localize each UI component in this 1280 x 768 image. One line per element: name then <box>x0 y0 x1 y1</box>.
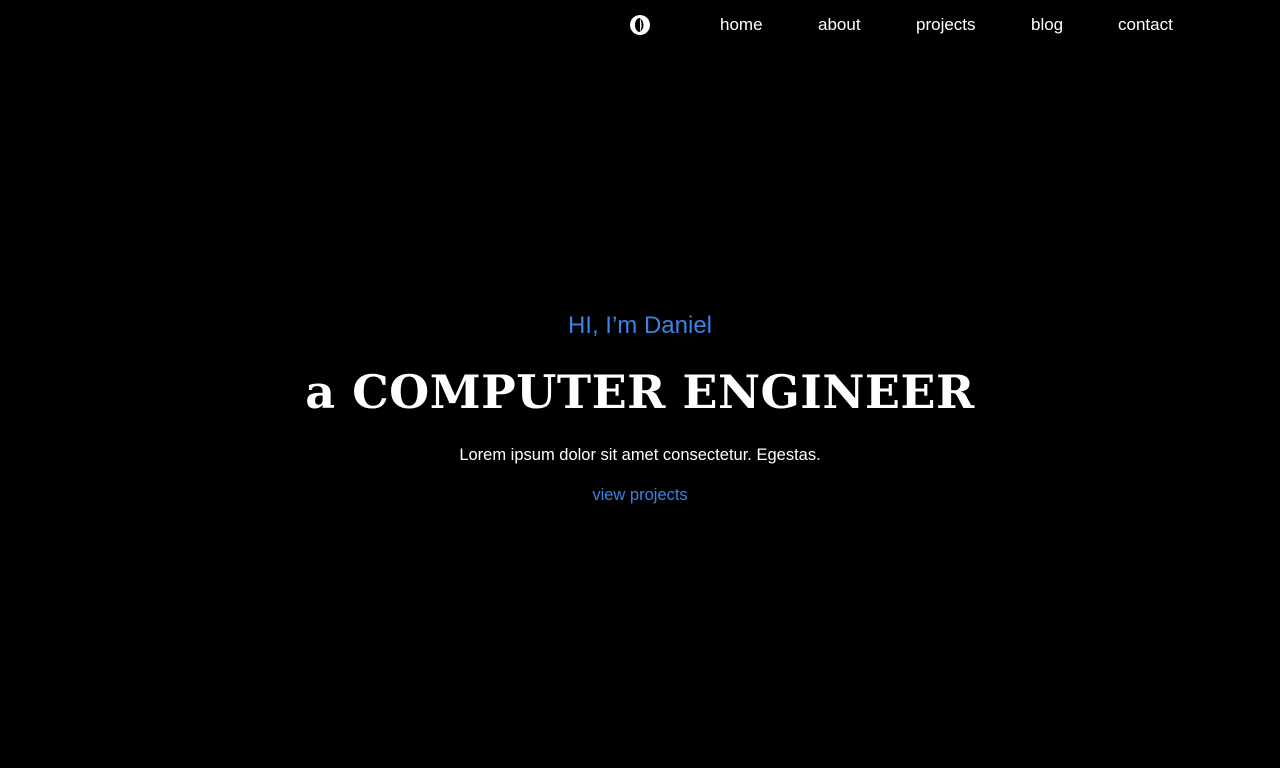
view-projects-link[interactable]: view projects <box>592 486 687 504</box>
hero-section: HI, I’m Daniel a COMPUTER ENGINEER Lorem… <box>0 0 1280 768</box>
hero-headline: a COMPUTER ENGINEER <box>305 365 975 419</box>
hero-tagline: Lorem ipsum dolor sit amet consectetur. … <box>459 446 821 464</box>
cta-wrapper: view projects <box>0 485 1280 505</box>
hero-greeting: HI, I’m Daniel <box>567 312 713 339</box>
